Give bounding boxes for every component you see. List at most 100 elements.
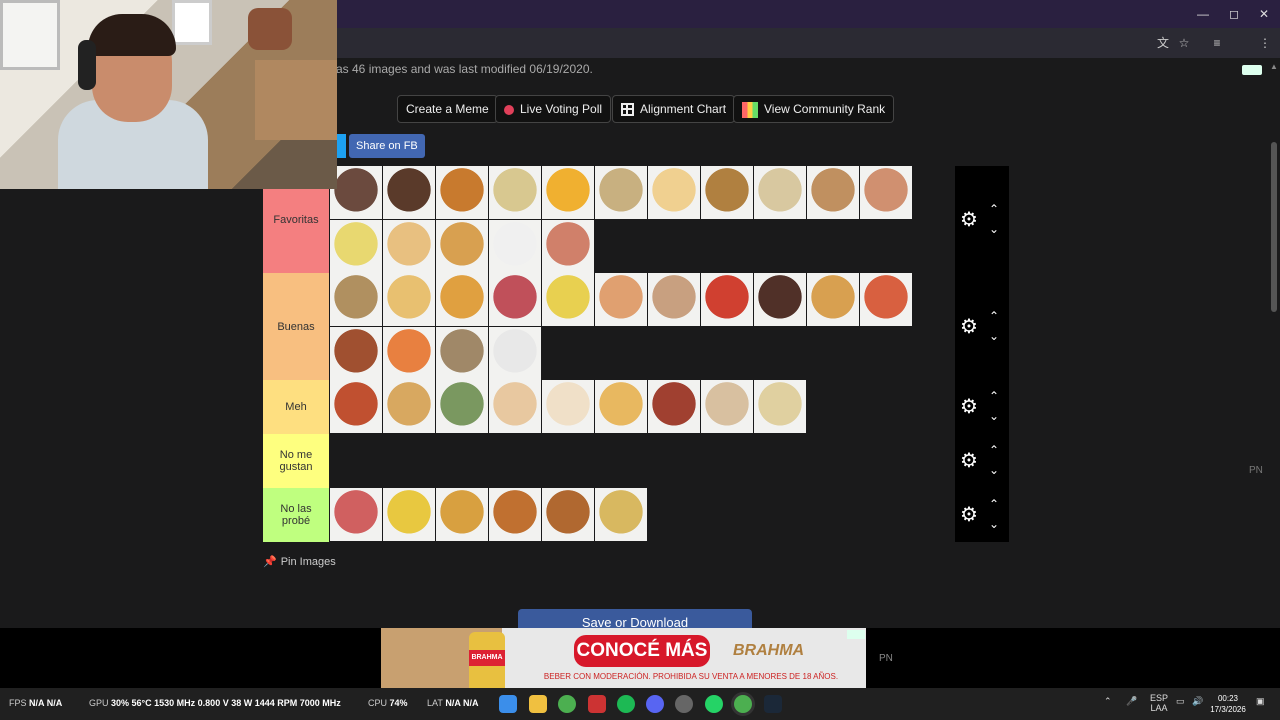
food-image-tile[interactable] bbox=[489, 273, 542, 326]
food-image-tile[interactable] bbox=[595, 166, 648, 219]
food-image-tile[interactable] bbox=[701, 166, 754, 219]
tier-settings-gear-icon[interactable]: ⚙ bbox=[959, 451, 979, 471]
ad-choices-icon[interactable] bbox=[1242, 65, 1262, 75]
move-tier-down-icon[interactable]: ⌄ bbox=[987, 223, 1001, 235]
food-image-tile[interactable] bbox=[383, 273, 436, 326]
menu-icon[interactable]: ⋮ bbox=[1256, 34, 1274, 52]
food-image-tile[interactable] bbox=[648, 273, 701, 326]
tier-settings-gear-icon[interactable]: ⚙ bbox=[959, 317, 979, 337]
food-image-tile[interactable] bbox=[542, 488, 595, 541]
food-image-tile[interactable] bbox=[489, 327, 542, 380]
steam-vr-icon[interactable] bbox=[675, 695, 693, 713]
tier-label[interactable]: No me gustan bbox=[263, 434, 329, 488]
notification-icon[interactable]: ▣ bbox=[1256, 696, 1265, 707]
move-tier-down-icon[interactable]: ⌄ bbox=[987, 518, 1001, 530]
star-icon[interactable]: ☆ bbox=[1175, 34, 1193, 52]
tier-label[interactable]: No las probé bbox=[263, 488, 329, 542]
spotify-icon[interactable] bbox=[617, 695, 635, 713]
food-image-tile[interactable] bbox=[383, 220, 436, 273]
food-image-tile[interactable] bbox=[436, 380, 489, 433]
translate-icon[interactable]: 文 bbox=[1154, 34, 1172, 52]
whatsapp-icon[interactable] bbox=[705, 695, 723, 713]
ad-cta-button[interactable]: CONOCÉ MÁS bbox=[574, 635, 710, 667]
steam-icon[interactable] bbox=[764, 695, 782, 713]
food-image-tile[interactable] bbox=[436, 166, 489, 219]
tier-items[interactable] bbox=[330, 488, 955, 542]
volume-icon[interactable]: 🔊 bbox=[1192, 696, 1203, 707]
food-image-tile[interactable] bbox=[754, 273, 807, 326]
tier-label[interactable]: Buenas bbox=[263, 273, 329, 380]
food-image-tile[interactable] bbox=[754, 166, 807, 219]
food-image-tile[interactable] bbox=[807, 273, 860, 326]
move-tier-up-icon[interactable]: ⌃ bbox=[987, 310, 1001, 322]
food-image-tile[interactable] bbox=[542, 273, 595, 326]
food-image-tile[interactable] bbox=[383, 380, 436, 433]
move-tier-up-icon[interactable]: ⌃ bbox=[987, 203, 1001, 215]
food-image-tile[interactable] bbox=[330, 166, 383, 219]
food-image-tile[interactable] bbox=[701, 273, 754, 326]
food-image-tile[interactable] bbox=[754, 380, 807, 433]
playlist-icon[interactable]: ≡ bbox=[1208, 34, 1226, 52]
food-image-tile[interactable] bbox=[489, 220, 542, 273]
food-image-tile[interactable] bbox=[648, 380, 701, 433]
food-image-tile[interactable] bbox=[383, 327, 436, 380]
food-image-tile[interactable] bbox=[595, 273, 648, 326]
food-image-tile[interactable] bbox=[489, 488, 542, 541]
food-image-tile[interactable] bbox=[436, 273, 489, 326]
food-image-tile[interactable] bbox=[330, 220, 383, 273]
tier-items[interactable] bbox=[330, 434, 955, 488]
microphone-icon[interactable]: 🎤 bbox=[1126, 696, 1137, 707]
food-image-tile[interactable] bbox=[489, 166, 542, 219]
tier-items[interactable] bbox=[330, 166, 955, 273]
windows-start-icon[interactable] bbox=[499, 695, 517, 713]
share-fb-button[interactable]: Share on FB bbox=[349, 134, 425, 158]
food-image-tile[interactable] bbox=[330, 380, 383, 433]
scroll-up-icon[interactable]: ▲ bbox=[1270, 62, 1278, 71]
winamp-icon[interactable] bbox=[588, 695, 606, 713]
tier-label[interactable]: Meh bbox=[263, 380, 329, 434]
food-image-tile[interactable] bbox=[330, 273, 383, 326]
pin-images-toggle[interactable]: 📌 Pin Images bbox=[263, 555, 336, 568]
move-tier-down-icon[interactable]: ⌄ bbox=[987, 330, 1001, 342]
maximize-button[interactable]: ◻ bbox=[1219, 4, 1249, 24]
minimize-button[interactable]: — bbox=[1188, 4, 1218, 24]
move-tier-down-icon[interactable]: ⌄ bbox=[987, 410, 1001, 422]
tier-items[interactable] bbox=[330, 380, 955, 434]
food-image-tile[interactable] bbox=[489, 380, 542, 433]
close-button[interactable]: ✕ bbox=[1249, 4, 1279, 24]
move-tier-up-icon[interactable]: ⌃ bbox=[987, 390, 1001, 402]
food-image-tile[interactable] bbox=[860, 166, 913, 219]
food-image-tile[interactable] bbox=[330, 327, 383, 380]
tier-settings-gear-icon[interactable]: ⚙ bbox=[959, 210, 979, 230]
move-tier-up-icon[interactable]: ⌃ bbox=[987, 444, 1001, 456]
ad-choices-icon-2[interactable] bbox=[847, 630, 865, 639]
food-image-tile[interactable] bbox=[542, 166, 595, 219]
scrollbar-thumb[interactable] bbox=[1271, 142, 1277, 312]
food-image-tile[interactable] bbox=[648, 166, 701, 219]
food-image-tile[interactable] bbox=[595, 380, 648, 433]
food-image-tile[interactable] bbox=[701, 380, 754, 433]
live-voting-button[interactable]: Live Voting Poll bbox=[495, 95, 612, 123]
food-image-tile[interactable] bbox=[860, 273, 913, 326]
community-rank-button[interactable]: View Community Rank bbox=[733, 95, 895, 123]
save-download-button[interactable]: Save or Download bbox=[518, 609, 752, 628]
ad-banner[interactable]: BRAHMA CONOCÉ MÁS BRAHMA BEBER CON MODER… bbox=[381, 628, 866, 688]
food-image-tile[interactable] bbox=[436, 488, 489, 541]
food-image-tile[interactable] bbox=[330, 488, 383, 541]
food-image-tile[interactable] bbox=[383, 488, 436, 541]
alignment-chart-button[interactable]: Alignment Chart bbox=[612, 95, 736, 123]
discord-icon[interactable] bbox=[646, 695, 664, 713]
tray-chevron-icon[interactable]: ⌃ bbox=[1104, 696, 1112, 707]
chrome-active-icon[interactable] bbox=[734, 695, 752, 713]
tier-items[interactable] bbox=[330, 273, 955, 380]
create-meme-button[interactable]: Create a Meme bbox=[397, 95, 498, 123]
food-image-tile[interactable] bbox=[436, 327, 489, 380]
taskbar-clock[interactable]: 00:23 17/3/2026 bbox=[1208, 693, 1248, 715]
tier-settings-gear-icon[interactable]: ⚙ bbox=[959, 505, 979, 525]
chrome-icon[interactable] bbox=[558, 695, 576, 713]
food-image-tile[interactable] bbox=[542, 380, 595, 433]
food-image-tile[interactable] bbox=[542, 220, 595, 273]
language-indicator[interactable]: ESP LAA bbox=[1150, 693, 1168, 713]
food-image-tile[interactable] bbox=[807, 166, 860, 219]
move-tier-up-icon[interactable]: ⌃ bbox=[987, 498, 1001, 510]
